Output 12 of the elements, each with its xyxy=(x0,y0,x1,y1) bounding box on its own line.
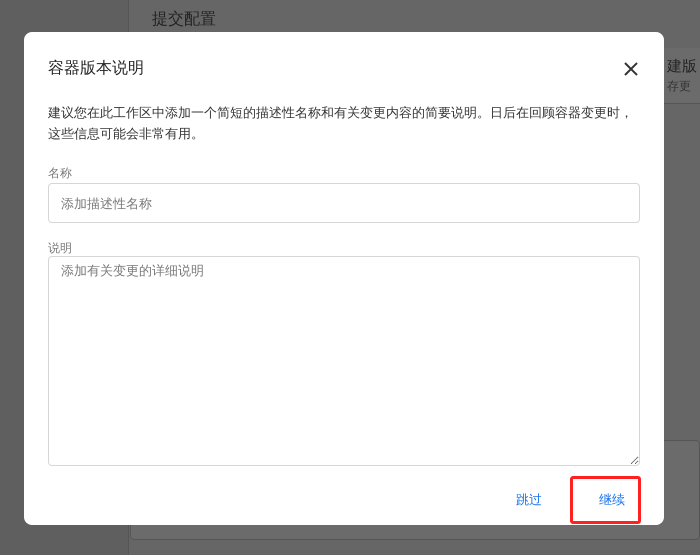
name-input-field[interactable]: 添加描述性名称 xyxy=(48,183,640,223)
dialog-button[interactable]: 继续 xyxy=(570,476,641,524)
field-label: 说明 xyxy=(48,240,73,257)
page-title: 提交配置 xyxy=(152,10,216,30)
dialog-description: 建议您在此工作区中添加一个简短的描述性名称和有关变更内容的简要说明。日后在回顾容器变更时，这些信息可能会非常有用。 xyxy=(48,104,634,143)
close-icon[interactable] xyxy=(623,61,639,77)
dialog-button[interactable]: 跳过 xyxy=(508,476,550,524)
side-card-title: 建版 xyxy=(667,57,697,77)
description-text-area[interactable]: 添加有关变更的详细说明 xyxy=(48,256,640,466)
field-label: 名称 xyxy=(48,165,73,182)
dialog-title: 容器版本说明 xyxy=(48,58,144,79)
side-card-subtitle: 存更 xyxy=(667,78,691,95)
